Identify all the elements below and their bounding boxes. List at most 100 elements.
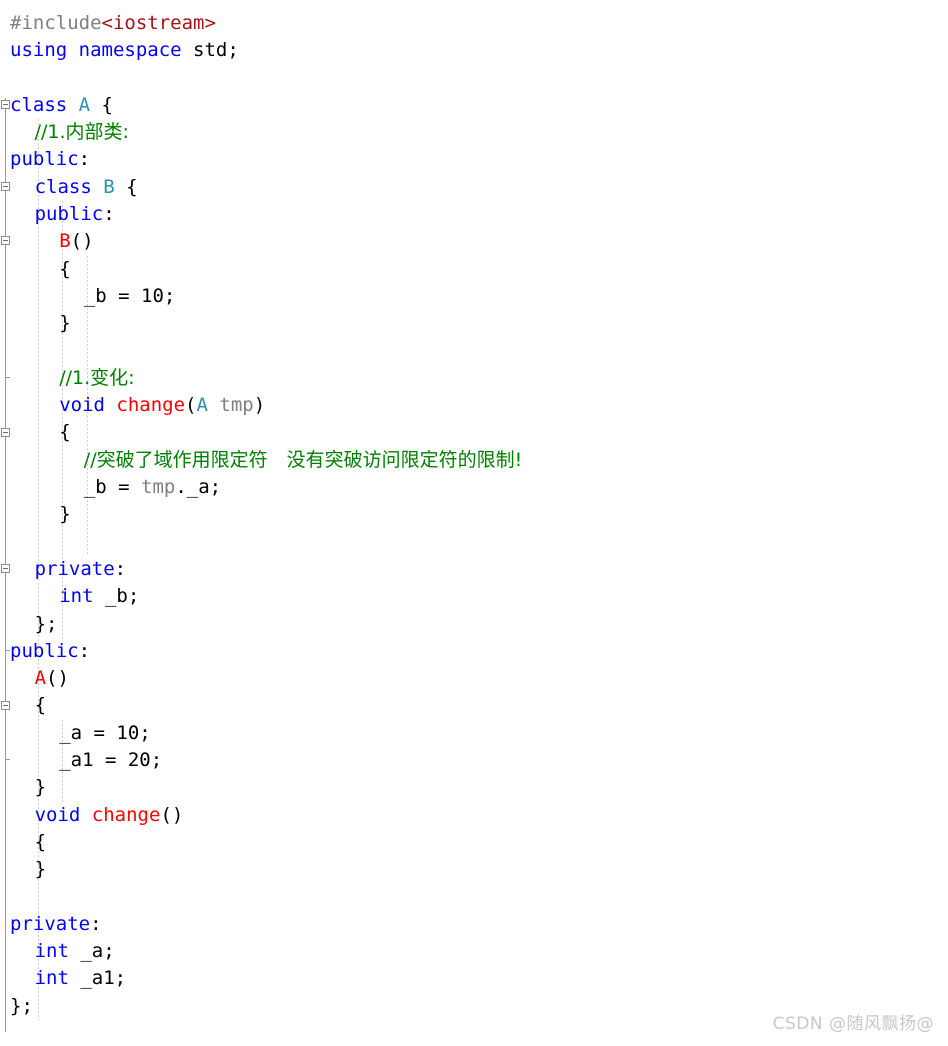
code-token-pun: () <box>46 667 69 690</box>
code-line[interactable]: public: <box>0 201 522 228</box>
code-token-pun: { <box>34 830 47 853</box>
code-token-kw: public <box>10 639 79 662</box>
code-token-kw: class <box>10 93 79 116</box>
code-line[interactable]: _a1 = 20; <box>0 747 522 774</box>
source-code-content[interactable]: #include<iostream> using namespace std; c… <box>0 0 522 1020</box>
fold-region-end-tick <box>5 649 10 651</box>
code-line[interactable]: public: <box>0 146 522 173</box>
code-line[interactable]: _b = 10; <box>0 283 522 310</box>
code-token-kw: using namespace <box>10 39 194 62</box>
code-token-txt: _a1 = <box>59 749 128 772</box>
code-token-pun: }; <box>10 994 33 1017</box>
code-token-pun: { <box>59 421 71 444</box>
code-line[interactable]: _b = tmp._a; <box>0 474 522 501</box>
code-line[interactable]: }; <box>0 611 522 638</box>
code-token-txt: _b = <box>83 476 141 499</box>
code-token-kw: private <box>10 912 91 935</box>
code-token-pun: : <box>78 639 91 662</box>
code-token-kw: void <box>59 394 117 417</box>
code-token-pun: }; <box>34 612 58 635</box>
code-token-pun: ; <box>150 749 163 772</box>
code-token-kw: private <box>34 557 115 580</box>
code-token-pun: } <box>34 776 47 799</box>
code-token-num: 10 <box>141 284 164 307</box>
code-token-type: A <box>78 93 91 116</box>
code-line[interactable]: _a = 10; <box>0 720 522 747</box>
code-line[interactable] <box>0 65 522 92</box>
code-line[interactable]: int _b; <box>0 583 522 610</box>
code-token-txt: _b; <box>104 585 140 608</box>
code-line[interactable]: void change(A tmp) <box>0 392 522 419</box>
code-line[interactable]: } <box>0 310 522 337</box>
code-line[interactable]: void change() <box>0 802 522 829</box>
code-line[interactable]: private: <box>0 911 522 938</box>
code-token-pun: } <box>34 858 47 881</box>
code-token-txt: std; <box>193 39 239 62</box>
code-token-txt: _b = <box>83 284 141 307</box>
code-line[interactable]: }; <box>0 993 522 1020</box>
code-line[interactable]: //突破了域作用限定符 没有突破访问限定符的限制! <box>0 447 522 474</box>
code-token-inc: <iostream> <box>101 12 216 34</box>
code-line[interactable]: { <box>0 419 522 446</box>
code-line[interactable]: A() <box>0 665 522 692</box>
code-line[interactable]: int _a1; <box>0 965 522 992</box>
code-token-pun: () <box>70 230 94 253</box>
code-token-kw: public <box>34 203 104 226</box>
code-line[interactable] <box>0 529 522 556</box>
code-line[interactable]: class B { <box>0 174 522 201</box>
code-line[interactable]: { <box>0 256 522 283</box>
fold-collapse-icon[interactable] <box>1 564 10 573</box>
fold-region-end-tick <box>5 759 10 761</box>
fold-collapse-icon[interactable] <box>1 181 10 191</box>
code-token-cmt: //1.内部类: <box>34 121 129 144</box>
code-token-cmt: //突破了域作用限定符 没有突破访问限定符的限制! <box>83 448 523 471</box>
code-line[interactable]: int _a; <box>0 938 522 965</box>
code-token-pun: : <box>78 148 91 171</box>
code-folding-gutter[interactable] <box>0 0 12 1046</box>
code-token-pun: } <box>59 503 71 526</box>
code-line[interactable]: } <box>0 501 522 528</box>
code-line[interactable]: public: <box>0 638 522 665</box>
code-token-type: B <box>103 175 115 198</box>
code-token-pun: () <box>160 803 184 826</box>
code-token-pun: { <box>34 694 47 717</box>
code-token-pun: { <box>114 175 138 198</box>
code-token-txt: ._a; <box>175 476 222 499</box>
code-line[interactable]: class A { <box>0 92 522 119</box>
code-token-pun: ; <box>163 284 176 307</box>
code-editor-view[interactable]: #include<iostream> using namespace std; c… <box>0 0 948 1046</box>
code-line[interactable]: //1.变化: <box>0 365 522 392</box>
fold-collapse-icon[interactable] <box>1 427 10 437</box>
code-token-kw: class <box>34 175 104 198</box>
fold-collapse-icon[interactable] <box>1 700 10 710</box>
fold-region-end-tick <box>5 376 10 378</box>
code-token-pun: : <box>103 203 115 226</box>
code-line[interactable]: using namespace std; <box>0 37 522 64</box>
code-token-param: tmp <box>207 394 254 417</box>
code-line[interactable]: B() <box>0 228 522 255</box>
code-line[interactable]: { <box>0 692 522 719</box>
code-token-pre: #include <box>10 12 102 34</box>
code-line[interactable]: } <box>0 856 522 883</box>
fold-collapse-icon[interactable] <box>1 236 10 246</box>
code-token-kw: int <box>34 940 81 963</box>
code-token-pun: : <box>90 912 102 935</box>
code-line[interactable]: private: <box>0 556 522 583</box>
code-token-kw: int <box>34 967 81 990</box>
code-token-num: 20 <box>127 749 151 772</box>
code-line[interactable]: //1.内部类: <box>0 119 522 146</box>
code-line[interactable]: #include<iostream> <box>0 10 522 37</box>
code-token-fn: change <box>91 803 161 826</box>
code-token-pun: { <box>59 257 71 280</box>
fold-collapse-icon[interactable] <box>1 99 10 109</box>
code-token-num: 10 <box>116 721 140 744</box>
code-token-pun: : <box>114 557 127 580</box>
code-line[interactable]: { <box>0 829 522 856</box>
code-token-txt: _a1; <box>80 967 127 990</box>
code-token-kw: public <box>10 148 79 171</box>
code-line[interactable] <box>0 884 522 911</box>
code-token-param: tmp <box>141 476 176 499</box>
code-line[interactable] <box>0 338 522 365</box>
code-line[interactable]: } <box>0 774 522 801</box>
code-token-cmt: //1.变化: <box>59 366 135 389</box>
